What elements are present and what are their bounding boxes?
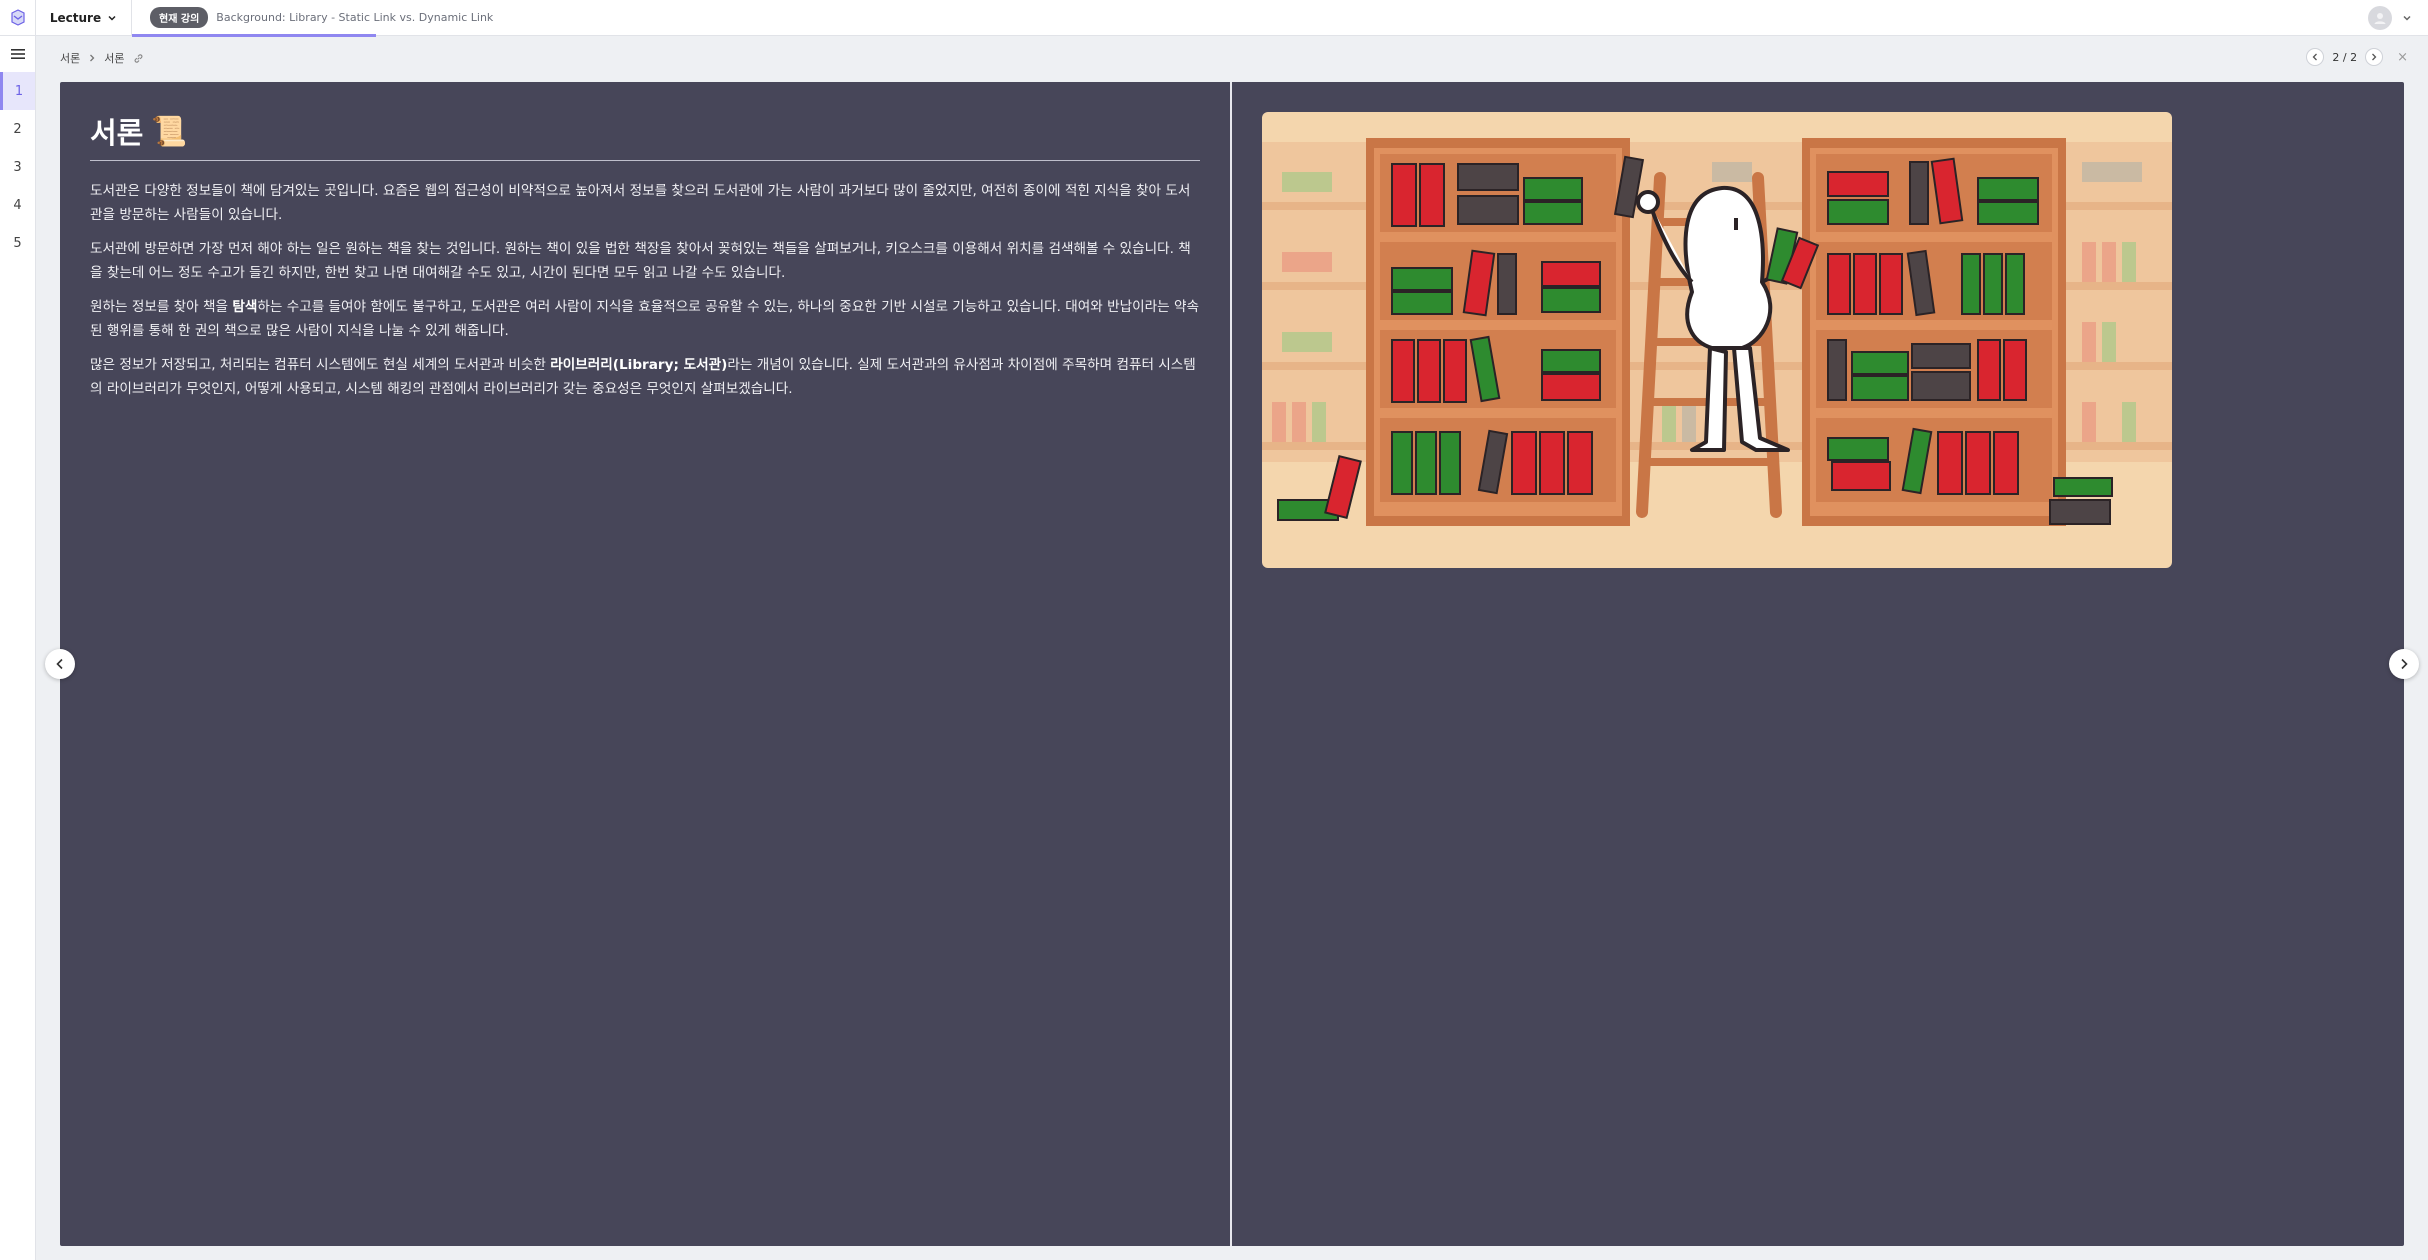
paragraph-3-text: 원하는 정보를 찾아 책을 — [90, 299, 233, 315]
slide-content: 서론 📜 도서관은 다양한 정보들이 책에 담겨있는 곳입니다. 요즘은 웹의 … — [60, 82, 2404, 1246]
library-illustration — [1262, 112, 2172, 568]
top-bar: Lecture 현재 강의 Background: Library - Stat… — [0, 0, 2428, 37]
sidebar-item-5[interactable]: 5 — [0, 224, 35, 262]
lecture-dropdown[interactable]: Lecture — [36, 0, 132, 36]
user-icon — [2374, 12, 2386, 24]
page-navigator: 2 / 2 × — [2306, 48, 2408, 66]
logo-icon[interactable] — [0, 0, 36, 36]
paragraph-1: 도서관은 다양한 정보들이 책에 담겨있는 곳입니다. 요즘은 웹의 접근성이 … — [90, 183, 1191, 223]
paragraph-4: 많은 정보가 저장되고, 처리되는 컴퓨터 시스템에도 현실 세계의 도서관과 … — [90, 353, 1200, 401]
slide-text-pane: 서론 📜 도서관은 다양한 정보들이 책에 담겨있는 곳입니다. 요즘은 웹의 … — [90, 110, 1200, 401]
lecture-title: Background: Library - Static Link vs. Dy… — [216, 11, 494, 24]
page-indicator: 2 / 2 — [2332, 50, 2358, 64]
current-lecture-badge: 현재 강의 — [150, 7, 209, 28]
prev-page-button[interactable] — [2306, 48, 2325, 66]
chevron-left-icon — [2312, 53, 2318, 61]
active-tab-indicator — [132, 33, 376, 37]
paragraph-4-emphasis: 라이브러리(Library; 도서관) — [550, 357, 728, 373]
current-lecture-tab[interactable]: 현재 강의 Background: Library - Static Link … — [132, 0, 511, 37]
breadcrumb-current: 서론 — [104, 52, 125, 65]
lecture-dropdown-label: Lecture — [49, 10, 102, 25]
close-icon[interactable]: × — [2397, 50, 2408, 65]
sidebar-item-1[interactable]: 1 — [0, 72, 35, 110]
paragraph-2: 도서관에 방문하면 가장 먼저 해야 하는 일은 원하는 책을 찾는 것입니다.… — [90, 241, 1191, 281]
chevron-down-icon — [108, 15, 116, 21]
page-title: 서론 📜 — [90, 110, 1200, 161]
sidebar-item-4[interactable]: 4 — [0, 186, 35, 224]
link-icon[interactable] — [133, 53, 144, 64]
chevron-right-icon — [90, 54, 95, 62]
menu-icon[interactable] — [0, 36, 35, 72]
breadcrumb-section[interactable]: 서론 — [60, 50, 80, 66]
next-slide-button[interactable] — [2389, 649, 2419, 679]
previous-slide-button[interactable] — [45, 649, 75, 679]
next-page-button[interactable] — [2365, 48, 2384, 66]
account-chevron-down-icon[interactable] — [2402, 13, 2412, 23]
sidebar-item-3[interactable]: 3 — [0, 148, 35, 186]
chevron-right-icon — [2372, 53, 2377, 61]
paragraph-3-text-end: 하는 수고를 들여야 함에도 불구하고, 도서관은 여러 사람이 지식을 효율적… — [90, 299, 1199, 339]
paragraph-3-emphasis: 탐색 — [232, 299, 258, 315]
paragraph-3: 원하는 정보를 찾아 책을 탐색하는 수고를 들여야 함에도 불구하고, 도서관… — [90, 295, 1200, 343]
avatar[interactable] — [2368, 5, 2392, 30]
paragraph-4-text: 많은 정보가 저장되고, 처리되는 컴퓨터 시스템에도 현실 세계의 도서관과 … — [90, 357, 551, 373]
breadcrumb: 서론 서론 — [60, 50, 144, 66]
chevron-left-icon — [56, 658, 63, 670]
scroll-icon: 📜 — [151, 113, 188, 148]
slide-sidebar: 1 2 3 4 5 — [0, 36, 36, 1260]
chevron-right-icon — [2401, 658, 2408, 670]
slide-title-text: 서론 — [90, 116, 144, 150]
pane-divider — [1230, 82, 1232, 1246]
sidebar-item-2[interactable]: 2 — [0, 110, 35, 148]
